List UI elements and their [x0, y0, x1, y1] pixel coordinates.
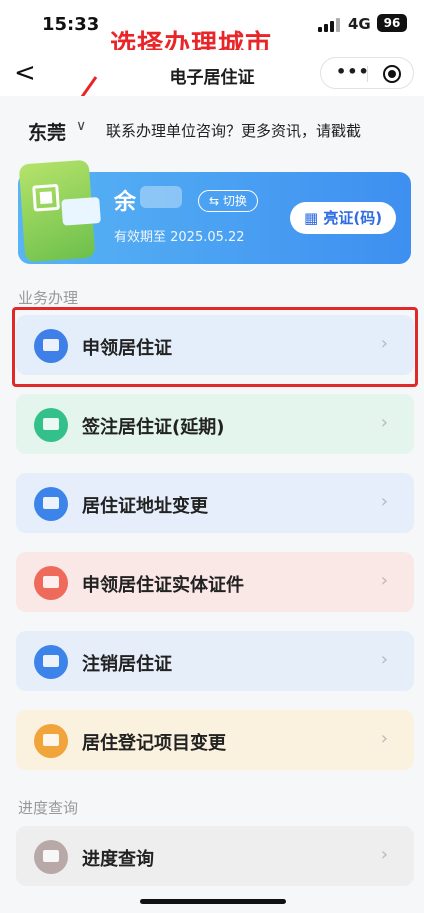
more-button[interactable]: ••• — [336, 62, 370, 81]
item-registration-change[interactable]: 居住登记项目变更 › — [16, 710, 414, 770]
edit-icon — [34, 408, 68, 442]
chevron-right-icon: › — [380, 728, 388, 749]
chevron-right-icon: › — [380, 844, 388, 865]
item-renew-permit[interactable]: 签注居住证(延期) › — [16, 394, 414, 454]
location-icon — [34, 487, 68, 521]
item-address-change[interactable]: 居住证地址变更 › — [16, 473, 414, 533]
battery-icon: 96 — [377, 14, 407, 32]
city-bar: 东莞 ∨ 联系办理单位咨询？更多资讯，请戳截 — [0, 96, 424, 166]
item-physical-card[interactable]: 申领居住证实体证件 › — [16, 552, 414, 612]
miniprogram-capsule: ••• — [320, 57, 414, 89]
qr-icon — [32, 183, 60, 212]
switch-button[interactable]: ⇆ 切换 — [198, 190, 258, 212]
chevron-right-icon: › — [380, 570, 388, 591]
item-label: 注销居住证 — [82, 654, 172, 675]
section-title-business: 业务办理 — [18, 289, 79, 307]
home-indicator — [140, 899, 286, 904]
card-icon — [34, 566, 68, 600]
item-label: 居住登记项目变更 — [82, 733, 226, 754]
residence-permit-card[interactable]: 余 ⇆ 切换 有效期至 2025.05.22 ▦ 亮证(码) — [18, 159, 411, 264]
city-selector[interactable]: 东莞 — [28, 118, 66, 145]
network-label: 4G — [348, 15, 371, 33]
id-card-icon — [61, 197, 101, 226]
show-code-button[interactable]: ▦ 亮证(码) — [290, 202, 397, 234]
status-time: 15:33 — [42, 14, 100, 35]
item-label: 进度查询 — [82, 849, 154, 870]
phone-illustration-icon — [18, 159, 101, 263]
search-icon — [34, 840, 68, 874]
section-title-progress: 进度查询 — [18, 799, 79, 817]
item-label: 签注居住证(延期) — [82, 417, 225, 438]
valid-until: 有效期至 2025.05.22 — [114, 230, 245, 245]
name-redaction — [140, 186, 182, 208]
refresh-icon — [34, 724, 68, 758]
chevron-right-icon: › — [380, 491, 388, 512]
annotation-highlight — [12, 307, 418, 387]
item-label: 居住证地址变更 — [82, 496, 208, 517]
signal-icon — [318, 18, 340, 32]
item-progress-query[interactable]: 进度查询 › — [16, 826, 414, 886]
chevron-down-icon[interactable]: ∨ — [76, 118, 86, 134]
contact-marquee[interactable]: 联系办理单位咨询？更多资讯，请戳截 — [106, 120, 361, 141]
item-label: 申领居住证实体证件 — [82, 575, 244, 596]
item-cancel-permit[interactable]: 注销居住证 › — [16, 631, 414, 691]
close-target-icon[interactable] — [383, 65, 401, 83]
cancel-card-icon — [34, 645, 68, 679]
chevron-right-icon: › — [380, 649, 388, 670]
holder-name: 余 — [114, 190, 137, 215]
capsule-divider — [367, 66, 368, 82]
chevron-right-icon: › — [380, 412, 388, 433]
